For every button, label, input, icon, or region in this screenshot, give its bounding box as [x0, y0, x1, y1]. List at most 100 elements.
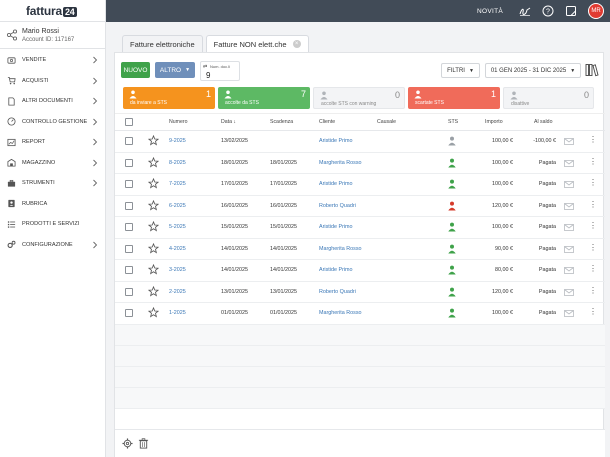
col-cliente[interactable]: Cliente: [319, 119, 335, 125]
invoice-number[interactable]: 1-2025: [169, 310, 186, 316]
invoice-number[interactable]: 2-2025: [169, 289, 186, 295]
row-menu-icon[interactable]: ⋮: [589, 157, 597, 166]
share-icon[interactable]: [6, 29, 18, 41]
invoice-number[interactable]: 6-2025: [169, 203, 186, 209]
logo[interactable]: fattura 24: [26, 4, 77, 18]
signature-icon[interactable]: [519, 5, 531, 17]
client-name[interactable]: Margherita Rosso: [319, 310, 362, 316]
invoice-number[interactable]: 9-2025: [169, 138, 186, 144]
star-icon[interactable]: [148, 242, 159, 254]
table-row[interactable]: 6-2025 16/01/2025 16/01/2025 Roberto Quadri…: [115, 196, 605, 217]
mail-icon[interactable]: [564, 202, 574, 210]
close-tab-icon[interactable]: ×: [292, 40, 301, 48]
client-name[interactable]: Aristide Primo: [319, 267, 353, 273]
news-link[interactable]: NOVITÀ: [477, 8, 503, 15]
tab-non-electronic-invoices[interactable]: Fatture NON elett.che ×: [205, 35, 309, 52]
sidebar-item-altri-documenti[interactable]: ALTRI DOCUMENTI: [0, 91, 105, 112]
status-card-rejected[interactable]: 1 scartate STS: [408, 87, 500, 109]
status-card-inactive[interactable]: 0 disattive: [503, 87, 594, 109]
trash-icon[interactable]: [138, 438, 149, 449]
row-checkbox[interactable]: [125, 266, 133, 274]
client-name[interactable]: Aristide Primo: [319, 224, 353, 230]
col-al-saldo[interactable]: Al saldo: [534, 119, 552, 125]
help-icon[interactable]: ?: [542, 5, 554, 17]
sidebar-item-configurazione[interactable]: CONFIGURAZIONE: [0, 235, 105, 256]
filters-dropdown[interactable]: FILTRI ▼: [441, 63, 480, 78]
user-avatar[interactable]: MR: [588, 3, 604, 19]
col-sts[interactable]: STS: [448, 119, 458, 125]
row-checkbox[interactable]: [125, 201, 133, 210]
client-name[interactable]: Aristide Primo: [319, 138, 353, 144]
client-name[interactable]: Aristide Primo: [319, 181, 353, 187]
table-row[interactable]: 5-2025 15/01/2025 15/01/2025 Aristide Primo…: [115, 217, 605, 239]
row-menu-icon[interactable]: ⋮: [589, 265, 597, 273]
table-row[interactable]: 3-2025 14/01/2025 14/01/2025 Aristide Primo…: [115, 260, 605, 282]
table-row[interactable]: 9-2025 13/02/2025 Aristide Primo 100,00 € -1…: [115, 131, 605, 153]
mail-icon[interactable]: [564, 288, 574, 296]
col-importo[interactable]: Importo: [485, 119, 503, 125]
star-icon[interactable]: [148, 221, 159, 232]
sidebar-item-report[interactable]: REPORT: [0, 132, 105, 153]
sidebar-item-vendite[interactable]: VENDITE: [0, 50, 105, 71]
client-name[interactable]: Margherita Rosso: [319, 160, 362, 166]
account-section[interactable]: Mario Rossi Account ID: 117167: [0, 22, 105, 49]
table-row[interactable]: 8-2025 18/01/2025 18/01/2025 Margherita Ros…: [115, 153, 605, 174]
col-data[interactable]: Data ↓: [221, 119, 236, 125]
col-numero[interactable]: Numero: [169, 119, 187, 125]
row-checkbox[interactable]: [125, 244, 133, 253]
mail-icon[interactable]: [564, 245, 574, 253]
star-icon[interactable]: [148, 135, 159, 146]
sidebar-item-strumenti[interactable]: STRUMENTI: [0, 173, 105, 194]
row-checkbox[interactable]: [125, 223, 133, 231]
new-button[interactable]: NUOVO: [121, 62, 150, 78]
sidebar-item-rubrica[interactable]: RUBRICA: [0, 194, 105, 215]
sidebar-item-magazzino[interactable]: MAGAZZINO: [0, 153, 105, 174]
client-name[interactable]: Roberto Quadri: [319, 289, 356, 295]
invoice-number[interactable]: 7-2025: [169, 181, 186, 187]
row-checkbox[interactable]: [125, 137, 133, 145]
row-menu-icon[interactable]: ⋮: [589, 222, 597, 230]
row-menu-icon[interactable]: ⋮: [589, 136, 597, 144]
more-button[interactable]: ALTRO ▼: [155, 62, 195, 78]
star-icon[interactable]: [148, 156, 159, 168]
star-icon[interactable]: [148, 307, 159, 318]
books-icon[interactable]: [585, 63, 599, 77]
row-checkbox[interactable]: [125, 180, 133, 188]
row-checkbox[interactable]: [125, 158, 133, 167]
row-menu-icon[interactable]: ⋮: [589, 179, 597, 187]
mail-icon[interactable]: [564, 224, 574, 231]
client-name[interactable]: Roberto Quadri: [319, 203, 356, 209]
mail-icon[interactable]: [564, 159, 574, 167]
star-icon[interactable]: [148, 285, 159, 297]
col-causale[interactable]: Causale: [377, 119, 396, 125]
invoice-number[interactable]: 4-2025: [169, 246, 186, 252]
sidebar-item-controllo-gestione[interactable]: CONTROLLO GESTIONE: [0, 112, 105, 133]
row-checkbox[interactable]: [125, 309, 133, 317]
mail-icon[interactable]: [564, 267, 574, 274]
settings-icon[interactable]: [122, 438, 133, 449]
sidebar-item-acquisti[interactable]: ACQUISTI: [0, 71, 105, 92]
select-all-checkbox[interactable]: [125, 118, 133, 126]
table-row[interactable]: 2-2025 13/01/2025 13/01/2025 Roberto Quadri…: [115, 282, 605, 303]
star-icon[interactable]: [148, 199, 159, 211]
mail-icon[interactable]: [564, 310, 574, 317]
table-row[interactable]: 4-2025 14/01/2025 14/01/2025 Margherita Ros…: [115, 239, 605, 260]
status-card-to-send[interactable]: 1 da inviare a STS: [123, 87, 215, 109]
table-row[interactable]: 1-2025 01/01/2025 01/01/2025 Margherita Ros…: [115, 303, 605, 325]
tab-electronic-invoices[interactable]: Fatture elettroniche: [122, 35, 203, 52]
col-scadenza[interactable]: Scadenza: [270, 119, 293, 125]
status-card-accepted[interactable]: 7 accolte da STS: [218, 87, 310, 109]
sidebar-item-prodotti-e-servizi[interactable]: PRODOTTI E SERVIZI: [0, 214, 105, 235]
invoice-number[interactable]: 8-2025: [169, 160, 186, 166]
row-checkbox[interactable]: [125, 287, 133, 296]
row-menu-icon[interactable]: ⋮: [589, 243, 597, 252]
star-icon[interactable]: [148, 178, 159, 189]
notes-icon[interactable]: [565, 5, 577, 17]
mail-icon[interactable]: [564, 181, 574, 188]
table-row[interactable]: 7-2025 17/01/2025 17/01/2025 Aristide Primo…: [115, 174, 605, 196]
status-card-warning[interactable]: 0 accolte STS con warning: [313, 87, 405, 109]
client-name[interactable]: Margherita Rosso: [319, 246, 362, 252]
invoice-number[interactable]: 5-2025: [169, 224, 186, 230]
row-menu-icon[interactable]: ⋮: [589, 286, 597, 295]
mail-icon[interactable]: [564, 138, 574, 145]
